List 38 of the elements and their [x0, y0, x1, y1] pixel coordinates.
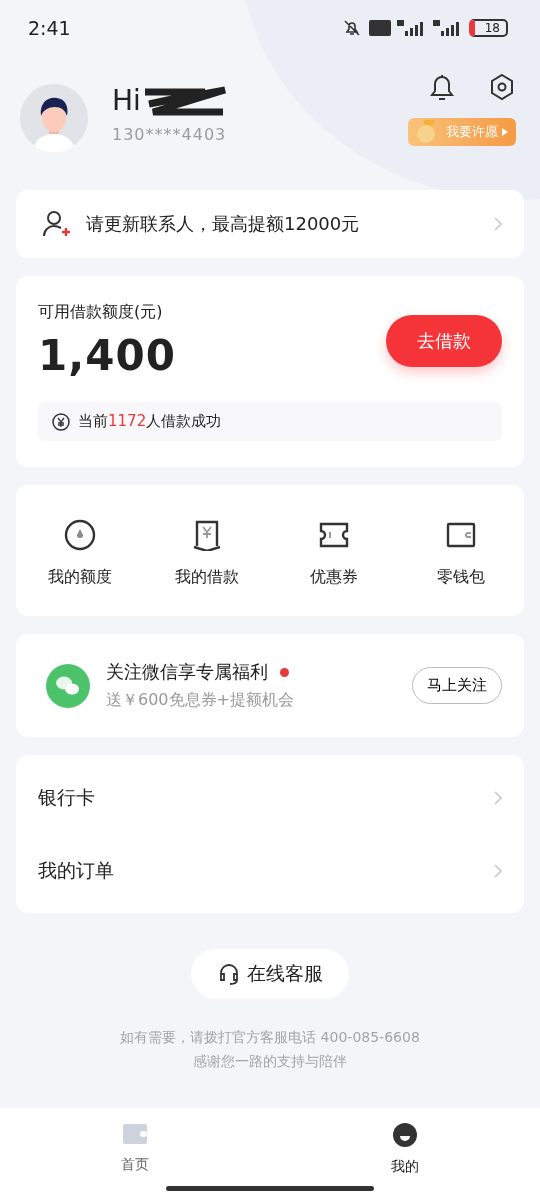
- nav-tab[interactable]: 我的: [270, 1108, 540, 1200]
- credit-label: 可用借款额度(元): [38, 302, 164, 323]
- greeting: Hi: [112, 84, 141, 117]
- battery-level: 18: [468, 19, 508, 37]
- notification-bell-icon[interactable]: [428, 72, 456, 102]
- shortcut-item[interactable]: 优惠券: [270, 519, 397, 588]
- chevron-icon: [494, 217, 502, 231]
- borrow-button[interactable]: 去借款: [386, 315, 502, 367]
- nav-tab[interactable]: 首页: [0, 1108, 270, 1200]
- customer-service-button[interactable]: 在线客服: [191, 949, 349, 999]
- notice-text: 当前1172人借款成功: [78, 412, 222, 431]
- headset-icon: [217, 962, 241, 986]
- yuan-icon: [52, 412, 70, 431]
- settings-icon[interactable]: [488, 72, 516, 102]
- smile-icon: [392, 1122, 418, 1148]
- menu-item[interactable]: 我的订单: [16, 834, 524, 907]
- chevron-icon: [494, 790, 502, 805]
- wechat-icon: [46, 663, 90, 708]
- wechat-subtitle: 送￥600免息券+提额机会: [106, 690, 295, 711]
- credit-amount: 1,400: [38, 331, 176, 380]
- follow-button[interactable]: 马上关注: [412, 667, 502, 704]
- wallet-icon: [122, 1122, 148, 1146]
- wechat-title: 关注微信享专属福利: [106, 660, 268, 684]
- drop-circle-icon: [63, 519, 96, 551]
- menu-item[interactable]: 银行卡: [16, 761, 524, 834]
- shortcut-item[interactable]: 我的额度: [16, 519, 143, 588]
- footer-text: 感谢您一路的支持与陪伴: [193, 1053, 347, 1071]
- phone-number: 130****4403: [112, 125, 228, 144]
- shortcut-item[interactable]: 零钱包: [397, 519, 524, 588]
- footer-text: 如有需要，请拨打官方客服电话 400-085-6608: [120, 1029, 420, 1047]
- contact-banner[interactable]: 请更新联系人，最高提额12000元: [16, 190, 524, 258]
- contact-banner-text: 请更新联系人，最高提额12000元: [86, 212, 361, 236]
- avatar-icon: [20, 84, 88, 152]
- chevron-icon: [494, 863, 502, 878]
- add-contact-icon: [42, 210, 72, 238]
- status-time: 2:41: [28, 17, 71, 39]
- shortcut-item[interactable]: 我的借款: [143, 519, 270, 588]
- caret-icon: [502, 128, 508, 136]
